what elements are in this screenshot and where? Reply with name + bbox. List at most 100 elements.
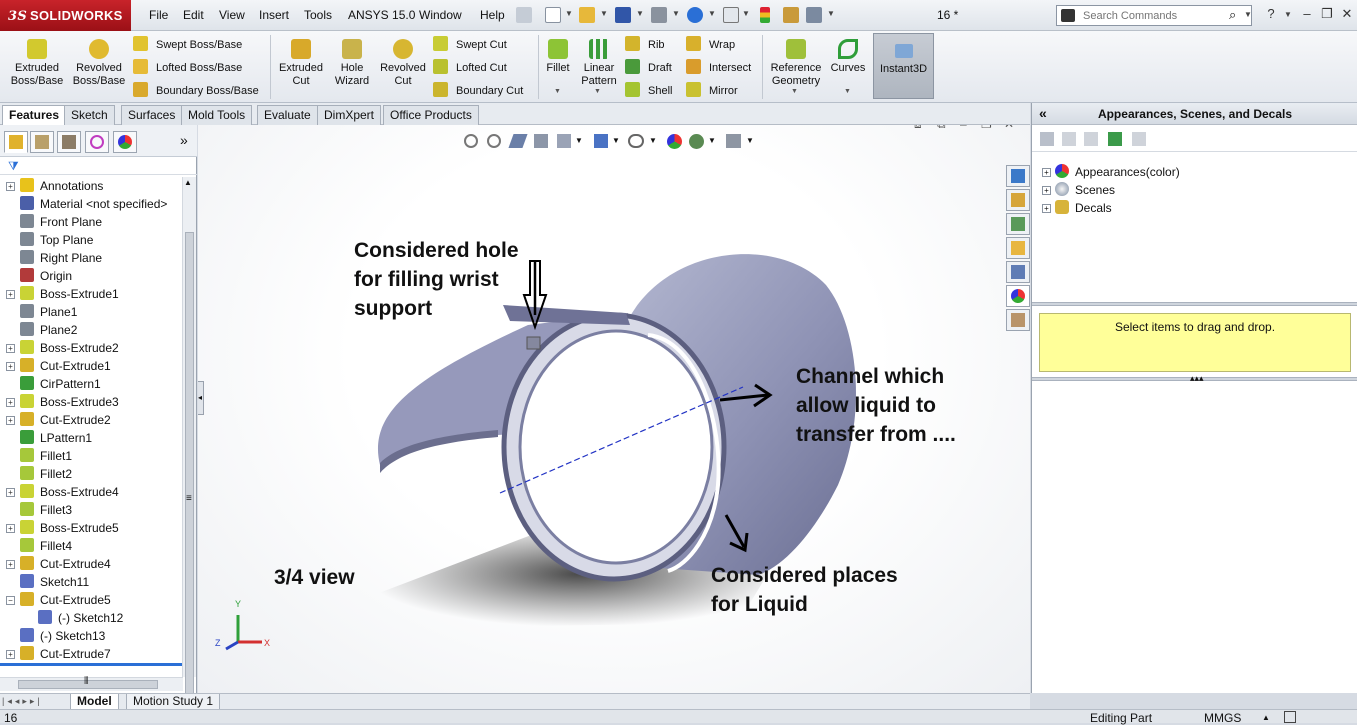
menu-window[interactable]: Window (419, 8, 462, 22)
tree-item[interactable]: Front Plane (6, 213, 102, 231)
splitter-grip-icon[interactable]: ▴▴▴ (1190, 373, 1204, 384)
file-properties-icon[interactable] (783, 7, 799, 23)
revolved-boss-button[interactable]: Revolved Boss/Base (70, 39, 128, 88)
tree-item[interactable]: Fillet4 (6, 537, 72, 555)
menu-insert[interactable]: Insert (259, 8, 289, 22)
menu-view[interactable]: View (219, 8, 245, 22)
intersect-button[interactable]: Intersect (686, 59, 751, 74)
chevron-down-icon[interactable]: ▼ (600, 9, 608, 18)
shell-button[interactable]: Shell (625, 82, 672, 97)
expand-icon[interactable]: + (6, 416, 15, 425)
hole-wizard-button[interactable]: Hole Wizard (330, 39, 374, 88)
save-icon[interactable] (615, 7, 631, 23)
help-toggle-icon[interactable] (1284, 711, 1296, 723)
configuration-manager-tab-icon[interactable] (57, 131, 81, 153)
scroll-up-icon[interactable]: ▲ (184, 178, 192, 187)
solidworks-logo[interactable]: 3S SOLIDWORKS (0, 0, 131, 31)
expand-icon[interactable]: + (6, 650, 15, 659)
tree-item[interactable]: + Cut-Extrude2 (6, 411, 111, 429)
tab-motion-study-1[interactable]: Motion Study 1 (126, 694, 221, 710)
tree-item-scenes[interactable]: + Scenes (1042, 182, 1115, 197)
add-folder-icon[interactable] (1084, 132, 1098, 146)
property-manager-tab-icon[interactable] (30, 131, 54, 153)
close-button[interactable]: ✕ (1338, 6, 1356, 22)
expand-icon[interactable]: + (6, 560, 15, 569)
chevron-down-icon[interactable]: ▼ (844, 88, 851, 95)
file-explorer-icon[interactable] (1006, 237, 1030, 259)
tree-item[interactable]: Material <not specified> (6, 195, 167, 213)
tree-item[interactable]: Sketch11 (6, 573, 89, 591)
tree-item[interactable]: Fillet3 (6, 501, 72, 519)
fillet-button[interactable]: Fillet (542, 39, 574, 75)
solidworks-resources-icon[interactable] (1006, 165, 1030, 187)
tree-item[interactable]: + Boss-Extrude5 (6, 519, 119, 537)
tab-evaluate[interactable]: Evaluate (257, 105, 318, 125)
menu-tools[interactable]: Tools (304, 8, 332, 22)
expand-tabs-icon[interactable]: » (180, 132, 188, 148)
up-one-level-icon[interactable] (1132, 132, 1146, 146)
search-commands-box[interactable]: ⌕ (1056, 5, 1252, 26)
chevron-down-icon[interactable]: ▼ (594, 88, 601, 95)
tree-item[interactable]: + Boss-Extrude3 (6, 393, 119, 411)
forward-icon[interactable] (1062, 132, 1076, 146)
tree-item[interactable]: Plane2 (6, 321, 77, 339)
expand-icon[interactable]: + (6, 290, 15, 299)
feature-tree-horizontal-scrollbar[interactable]: ⦀ (0, 676, 183, 691)
select-cursor-icon[interactable] (723, 7, 739, 23)
new-document-icon[interactable] (545, 7, 561, 23)
rollback-bar[interactable] (0, 663, 183, 666)
chevron-down-icon[interactable]: ▼ (791, 88, 798, 95)
rib-button[interactable]: Rib (625, 36, 665, 51)
expand-icon[interactable]: + (6, 524, 15, 533)
chevron-down-icon[interactable]: ▼ (708, 9, 716, 18)
tree-item[interactable]: + Annotations (6, 177, 103, 195)
tree-item[interactable]: + Boss-Extrude2 (6, 339, 119, 357)
tree-item[interactable]: CirPattern1 (6, 375, 101, 393)
draft-button[interactable]: Draft (625, 59, 672, 74)
tree-item-appearances[interactable]: + Appearances(color) (1042, 164, 1180, 179)
feature-tree-tab-icon[interactable] (4, 131, 28, 153)
pane-splitter[interactable] (1032, 302, 1357, 306)
extruded-cut-button[interactable]: Extruded Cut (276, 39, 326, 88)
curves-button[interactable]: Curves (829, 39, 867, 75)
menu-help[interactable]: Help (480, 8, 505, 22)
tree-item[interactable]: − Cut-Extrude5 (6, 591, 111, 609)
lofted-boss-button[interactable]: Lofted Boss/Base (133, 59, 242, 74)
back-icon[interactable] (1040, 132, 1054, 146)
boundary-cut-button[interactable]: Boundary Cut (433, 82, 523, 97)
custom-properties-icon[interactable] (1006, 309, 1030, 331)
feature-tree-vertical-scrollbar[interactable]: ▲ ≡ (182, 177, 196, 702)
expand-icon[interactable]: + (6, 362, 15, 371)
drag-drop-zone[interactable]: Select items to drag and drop. (1039, 313, 1351, 372)
chevron-down-icon[interactable]: ▼ (565, 9, 573, 18)
boundary-boss-button[interactable]: Boundary Boss/Base (133, 82, 259, 97)
extruded-boss-button[interactable]: Extruded Boss/Base (9, 39, 65, 88)
tree-item[interactable]: Fillet2 (6, 465, 72, 483)
instant3d-button[interactable]: Instant3D (873, 33, 934, 99)
reference-geometry-button[interactable]: Reference Geometry (767, 39, 825, 88)
restore-button[interactable]: ❐ (1318, 6, 1336, 22)
menu-file[interactable]: File (149, 8, 168, 22)
print-icon[interactable] (651, 7, 667, 23)
tab-dimxpert[interactable]: DimXpert (317, 105, 382, 125)
minimize-button[interactable]: – (1298, 6, 1316, 22)
tree-item[interactable]: + Boss-Extrude4 (6, 483, 119, 501)
dimxpert-manager-tab-icon[interactable] (85, 131, 109, 153)
linear-pattern-button[interactable]: Linear Pattern (578, 39, 620, 88)
menu-edit[interactable]: Edit (183, 8, 204, 22)
revolved-cut-button[interactable]: Revolved Cut (378, 39, 428, 88)
chevron-down-icon[interactable]: ▼ (1284, 10, 1292, 19)
tab-features[interactable]: Features (2, 105, 67, 125)
tree-item[interactable]: + Cut-Extrude4 (6, 555, 111, 573)
scroll-thumb[interactable] (185, 232, 194, 702)
menu-ansys[interactable]: ANSYS 15.0 (348, 8, 415, 22)
tree-item[interactable]: LPattern1 (6, 429, 92, 447)
tree-item[interactable]: (-) Sketch12 (24, 609, 123, 627)
display-manager-tab-icon[interactable] (113, 131, 137, 153)
tab-sketch[interactable]: Sketch (64, 105, 115, 125)
expand-icon[interactable]: + (6, 344, 15, 353)
tree-item[interactable]: + Boss-Extrude1 (6, 285, 119, 303)
filter-icon[interactable]: ⧩ (8, 159, 19, 174)
tree-item-decals[interactable]: + Decals (1042, 200, 1112, 215)
chevron-down-icon[interactable]: ▼ (554, 88, 561, 95)
